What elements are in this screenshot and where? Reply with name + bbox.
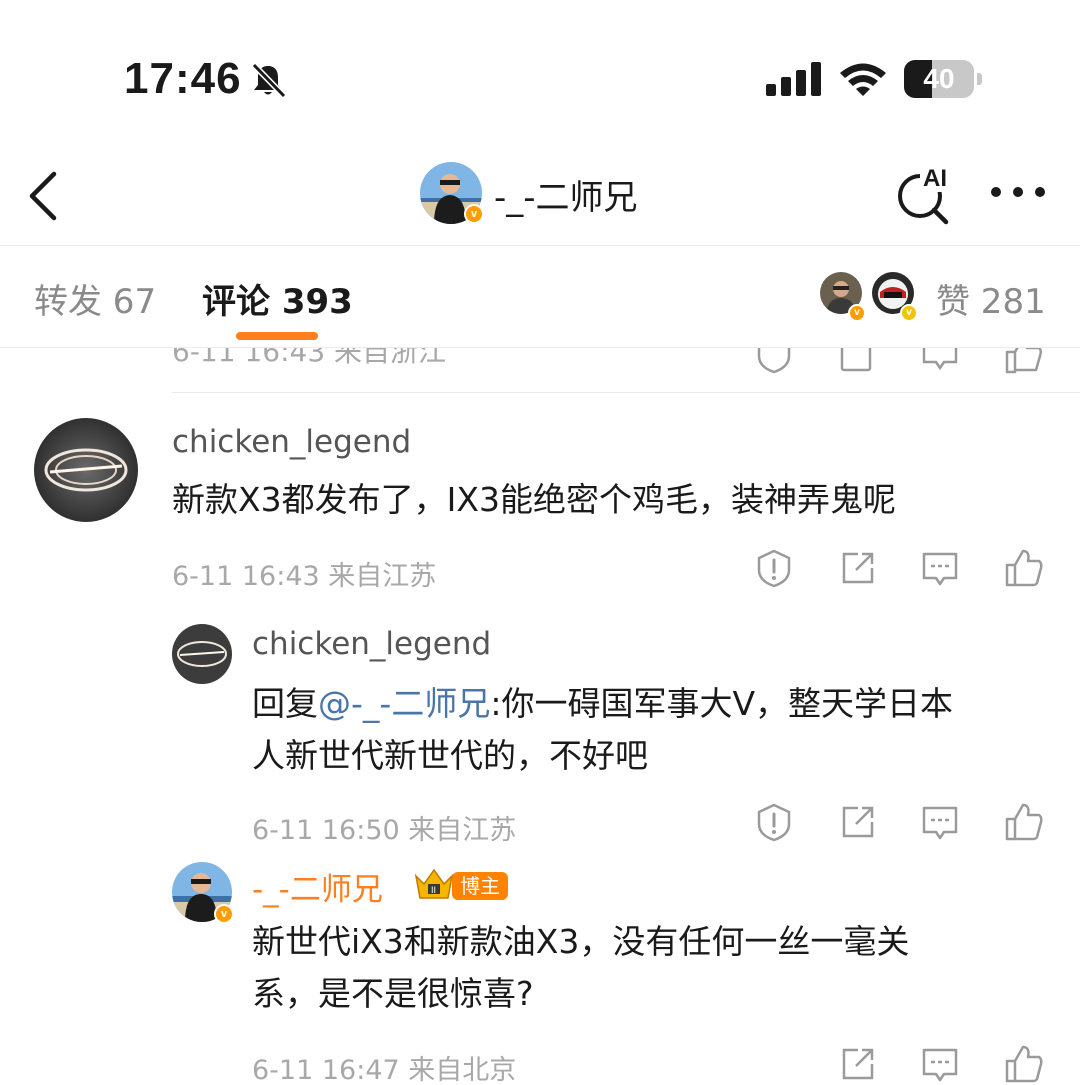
report-icon[interactable]	[754, 802, 794, 842]
verified-badge-icon: v	[214, 904, 234, 924]
comment-meta: 6-11 16:43 来自浙江	[172, 348, 447, 368]
comment-text: 新款X3都发布了，IX3能绝密个鸡毛，装神弄鬼呢	[172, 480, 896, 519]
reply-text-line: 系，是不是很惊喜?	[252, 974, 534, 1013]
verified-badge-icon: v	[464, 204, 484, 224]
comment-icon[interactable]	[920, 348, 960, 374]
status-time: 17:46	[124, 54, 242, 103]
like-icon[interactable]	[1004, 548, 1044, 588]
ai-search-icon[interactable]: AI	[892, 160, 958, 226]
verified-badge-icon: v	[900, 304, 918, 322]
divider	[172, 392, 1080, 393]
status-bar: 17:46 40	[0, 0, 1080, 160]
page-title[interactable]: -_-二师兄	[494, 170, 638, 219]
comment-icon[interactable]	[920, 802, 960, 842]
crown-icon: II	[414, 868, 454, 899]
tab-repost[interactable]: 转发 67	[34, 274, 156, 323]
reply-text: 新世代iX3和新款油X3，没有任何一丝一毫关 系，是不是很惊喜?	[252, 916, 909, 1020]
like-icon[interactable]	[1004, 348, 1044, 374]
reply-text-line: 人新世代新世代的，不好吧	[252, 736, 648, 775]
bell-off-icon	[251, 62, 287, 99]
battery-indicator: 40	[904, 60, 984, 98]
reply-text: 回复@-_-二师兄:你一碍国军事大V，整天学日本人新世代新世代的，不好吧	[252, 678, 953, 782]
comment-username[interactable]: chicken_legend	[172, 424, 411, 460]
reply-username[interactable]: -_-二师兄	[252, 864, 383, 909]
nav-bar: v -_-二师兄 AI	[0, 160, 1080, 246]
comment-icon[interactable]	[920, 1044, 960, 1084]
reply-text-line: 新世代iX3和新款油X3，没有任何一丝一毫关	[252, 922, 910, 961]
ai-label: AI	[923, 165, 947, 192]
like-icon[interactable]	[1004, 1044, 1044, 1084]
reply-meta: 6-11 16:47 来自北京	[252, 1055, 517, 1085]
repost-icon[interactable]	[838, 548, 878, 588]
battery-percent: 40	[923, 63, 955, 94]
reply-text-line: :你一碍国军事大V，整天学日本	[490, 684, 954, 723]
repost-icon[interactable]	[838, 348, 878, 374]
tab-likes[interactable]: 赞 281	[936, 274, 1046, 323]
cellular-signal-icon	[766, 62, 821, 96]
chevron-left-icon[interactable]	[24, 166, 64, 226]
blogger-tag: 博主	[452, 872, 508, 900]
wifi-icon	[840, 63, 886, 96]
svg-text:II: II	[431, 885, 436, 895]
comment-meta: 6-11 16:43 来自江苏	[172, 561, 437, 592]
avatar[interactable]	[34, 418, 138, 522]
verified-badge-icon: v	[848, 304, 866, 322]
tab-comments[interactable]: 评论 393	[202, 274, 353, 323]
reply-meta: 6-11 16:50 来自江苏	[252, 815, 517, 846]
report-icon[interactable]	[754, 348, 794, 374]
active-tab-indicator	[236, 332, 318, 340]
comment-list: 6-11 16:43 来自浙江 chicken_legend 新款X3都发布了，…	[0, 348, 1080, 1085]
repost-icon[interactable]	[838, 1044, 878, 1084]
avatar[interactable]	[172, 624, 232, 684]
tab-bar: 转发 67 评论 393 v v 赞 281	[0, 246, 1080, 348]
more-icon[interactable]	[990, 180, 1046, 204]
report-icon[interactable]	[754, 548, 794, 588]
like-icon[interactable]	[1004, 802, 1044, 842]
reply-username[interactable]: chicken_legend	[252, 626, 491, 662]
mention-link[interactable]: @-_-二师兄	[318, 684, 490, 723]
comment-icon[interactable]	[920, 548, 960, 588]
repost-icon[interactable]	[838, 802, 878, 842]
reply-prefix: 回复	[252, 684, 318, 723]
